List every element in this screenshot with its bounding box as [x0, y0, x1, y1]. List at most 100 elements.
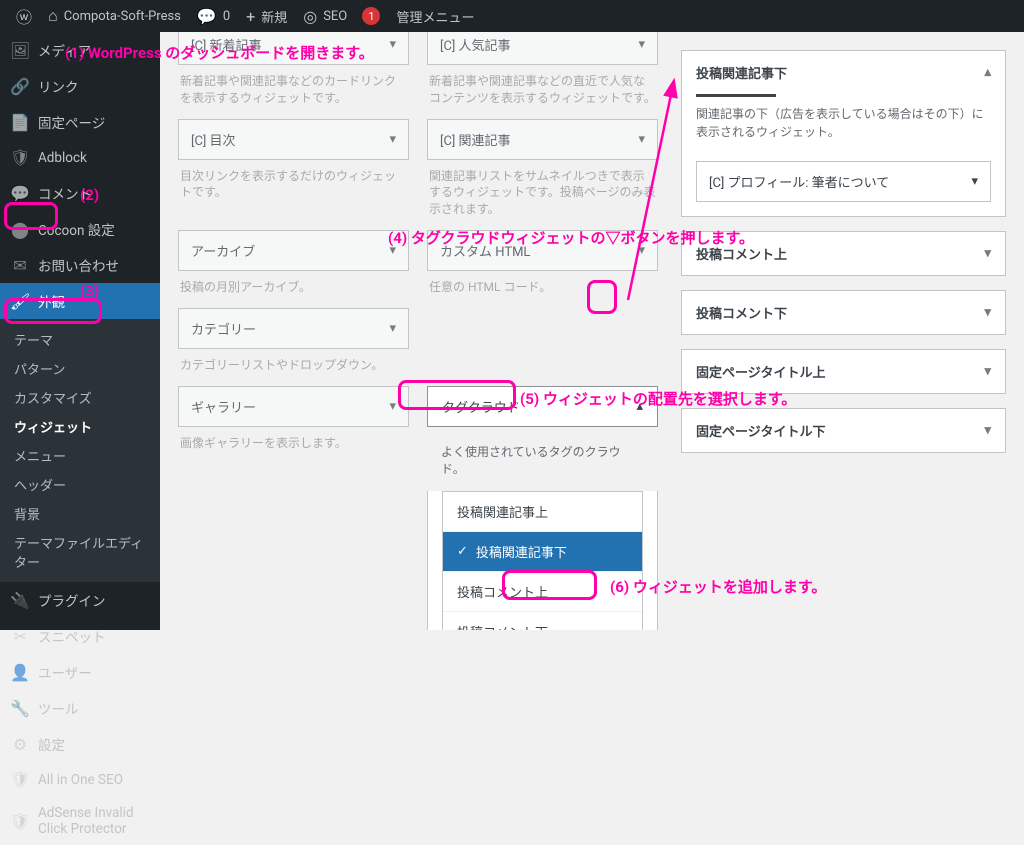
menu-label: スニペット: [38, 626, 106, 646]
placement-option[interactable]: 投稿コメント上: [443, 572, 642, 612]
widget-toc[interactable]: [C] 目次▾: [178, 119, 409, 160]
menu-icon: 🔗: [10, 77, 30, 96]
menu-item-6[interactable]: ✉ お問い合わせ: [0, 247, 160, 283]
widget-categories-desc: カテゴリーリストやドロップダウン。: [178, 353, 409, 386]
widget-categories[interactable]: カテゴリー▾: [178, 308, 409, 349]
seo-label: SEO: [323, 9, 347, 24]
sidebar-areas: 投稿関連記事下 ▴ 関連記事の下（広告を表示している場合はその下）に表示されるウ…: [681, 50, 1006, 467]
comment-icon: 💬: [197, 7, 217, 26]
widget-new-posts[interactable]: [C] 新着記事▾: [178, 32, 409, 65]
menu-rest-6[interactable]: 🛡 AdSense Invalid Click Protector: [0, 797, 160, 845]
menu-label: AdSense Invalid Click Protector: [38, 805, 150, 837]
menu-rest-5[interactable]: 🛡All in One SEO: [0, 762, 160, 797]
chevron-down-icon: ▾: [389, 321, 396, 336]
widget-tag-cloud-header[interactable]: タグクラウド ▴: [427, 386, 658, 427]
menu-icon: 🖼: [10, 41, 30, 60]
chevron-down-icon: ▾: [984, 364, 991, 379]
chevron-down-icon: ▾: [389, 37, 396, 52]
widget-tag-cloud-desc: よく使用されているタグのクラウド。: [427, 435, 658, 485]
site-link[interactable]: ⌂ Compota-Soft-Press: [40, 0, 189, 32]
menu-icon: 💬: [10, 184, 30, 203]
area-comment-above[interactable]: 投稿コメント上▾: [682, 232, 1005, 275]
chevron-down-icon: ▾: [638, 132, 645, 147]
menu-label: プラグイン: [38, 590, 106, 610]
menu-icon: ✂: [10, 627, 30, 646]
submenu-item-2[interactable]: カスタマイズ: [0, 383, 160, 412]
menu-rest-2[interactable]: 👤 ユーザー: [0, 654, 160, 690]
home-icon: ⌂: [48, 6, 58, 26]
seo-menu[interactable]: ◎ SEO 1: [295, 0, 388, 32]
menu-rest-4[interactable]: ⚙ 設定: [0, 726, 160, 762]
new-content[interactable]: +新規: [238, 0, 295, 32]
widget-related[interactable]: [C] 関連記事▾: [427, 119, 658, 160]
slot-profile[interactable]: [C] プロフィール: 筆者について ▾: [696, 161, 991, 202]
widget-gallery[interactable]: ギャラリー▾: [178, 386, 409, 427]
menu-label: ユーザー: [38, 662, 92, 682]
chevron-down-icon: ▾: [389, 243, 396, 258]
area-related-below-header[interactable]: 投稿関連記事下 ▴: [682, 51, 1005, 94]
menu-item-3[interactable]: 🛡Adblock: [0, 140, 160, 175]
submenu-item-5[interactable]: ヘッダー: [0, 470, 160, 499]
widget-related-desc: 関連記事リストをサムネイルつきで表示するウィジェットです。投稿ページのみ表示され…: [427, 164, 658, 230]
wordpress-icon: ⓦ: [16, 4, 32, 28]
placement-option[interactable]: 投稿コメント下: [443, 612, 642, 630]
menu-item-2[interactable]: 📄固定ページ: [0, 104, 160, 140]
menu-appearance[interactable]: 🖌 外観: [0, 283, 160, 319]
menu-icon: 🔧: [10, 699, 30, 718]
menu-icon: 🛡: [10, 148, 30, 167]
submenu-item-1[interactable]: パターン: [0, 354, 160, 383]
new-label: 新規: [261, 7, 287, 26]
widget-tag-cloud-title: タグクラウド: [442, 397, 520, 416]
area-page-title-below[interactable]: 固定ページタイトル下▾: [682, 409, 1005, 452]
menu-label: お問い合わせ: [38, 255, 119, 275]
submenu-item-7[interactable]: テーマファイルエディター: [0, 528, 160, 576]
brush-icon: 🖌: [10, 292, 30, 311]
comment-count: 0: [223, 9, 230, 24]
menu-item-0[interactable]: 🖼 メディア: [0, 32, 160, 68]
widget-custom-html[interactable]: カスタム HTML▾: [427, 230, 658, 271]
menu-rest-1[interactable]: ✂ スニペット: [0, 618, 160, 654]
admin-menu-link[interactable]: 管理メニュー: [388, 0, 482, 32]
menu-rest-3[interactable]: 🔧ツール: [0, 690, 160, 726]
widgets-screen: [C] 新着記事▾ 新着記事や関連記事などのカードリンクを表示するウィジェットで…: [160, 32, 1024, 630]
placement-option[interactable]: 投稿関連記事上: [443, 492, 642, 532]
menu-icon: ✉: [10, 256, 30, 275]
menu-item-4[interactable]: 💬 コメント: [0, 175, 160, 211]
placement-list[interactable]: 投稿関連記事上投稿関連記事下投稿コメント上投稿コメント下固定ページタイトル上固定…: [442, 491, 643, 630]
menu-label: 固定ページ: [38, 112, 105, 132]
menu-icon: 👤: [10, 663, 30, 682]
site-name: Compota-Soft-Press: [64, 9, 181, 24]
chevron-down-icon: ▾: [984, 423, 991, 438]
seo-icon: ◎: [303, 7, 317, 26]
chevron-up-icon: ▴: [984, 65, 991, 80]
seo-badge: 1: [362, 7, 380, 25]
menu-item-5[interactable]: ⬤Cocoon 設定: [0, 211, 160, 247]
widget-archive[interactable]: アーカイブ▾: [178, 230, 409, 271]
menu-icon: 🛡: [10, 812, 30, 831]
menu-label: リンク: [38, 76, 79, 96]
area-comment-below[interactable]: 投稿コメント下▾: [682, 291, 1005, 334]
menu-label: Cocoon 設定: [38, 219, 115, 239]
submenu-item-4[interactable]: メニュー: [0, 441, 160, 470]
menu-label: 設定: [38, 734, 65, 754]
menu-label: メディア: [38, 40, 91, 60]
chevron-down-icon: ▾: [638, 37, 645, 52]
widget-toc-desc: 目次リンクを表示するだけのウィジェットです。: [178, 164, 409, 214]
menu-label: コメント: [38, 183, 92, 203]
submenu-item-3[interactable]: ウィジェット: [0, 412, 160, 441]
area-page-title-above[interactable]: 固定ページタイトル上▾: [682, 350, 1005, 393]
chevron-down-icon: ▾: [389, 399, 396, 414]
submenu-item-0[interactable]: テーマ: [0, 325, 160, 354]
chevron-down-icon: ▾: [984, 246, 991, 261]
wp-logo[interactable]: ⓦ: [8, 0, 40, 32]
menu-icon: ⚙: [10, 735, 30, 754]
menu-item-1[interactable]: 🔗 リンク: [0, 68, 160, 104]
chevron-up-icon: ▴: [636, 399, 643, 414]
submenu-item-6[interactable]: 背景: [0, 499, 160, 528]
widget-popular-posts[interactable]: [C] 人気記事▾: [427, 32, 658, 65]
placement-option[interactable]: 投稿関連記事下: [443, 532, 642, 572]
comments-link[interactable]: 💬0: [189, 0, 238, 32]
menu-rest-0[interactable]: 🔌プラグイン: [0, 582, 160, 618]
widget-archive-desc: 投稿の月別アーカイブ。: [178, 275, 409, 308]
available-widgets: [C] 新着記事▾ 新着記事や関連記事などのカードリンクを表示するウィジェットで…: [178, 32, 658, 630]
